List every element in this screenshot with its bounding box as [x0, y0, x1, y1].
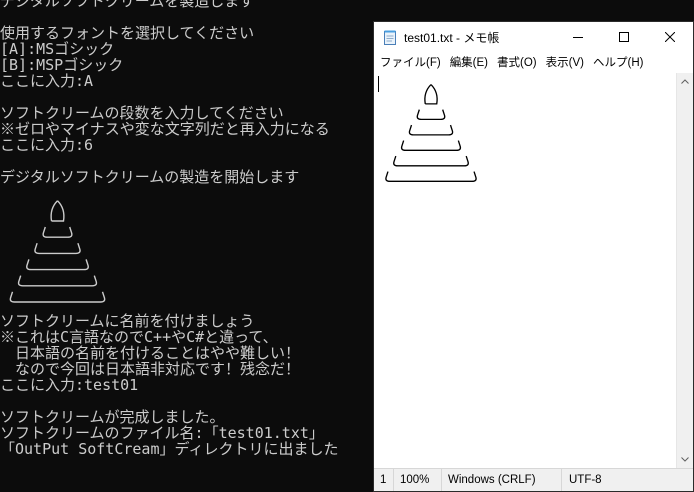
close-icon: [665, 32, 675, 42]
window-title: test01.txt - メモ帳: [404, 30, 500, 45]
console-line: ここに入力:A: [0, 73, 94, 89]
notepad-icon: [384, 30, 396, 45]
maximize-button[interactable]: [601, 22, 647, 52]
cream-tier: [385, 171, 477, 183]
soft-cream-ascii-art: [9, 200, 106, 303]
status-bar: 1 100% Windows (CRLF) UTF-8: [374, 468, 693, 491]
cream-tier: [26, 259, 89, 271]
console-line: ここに入力:test01: [0, 377, 139, 393]
console-line: ソフトクリームが完成しました。: [0, 409, 225, 425]
console-line: ※これはC言語なのでC++やC#と違って、: [0, 329, 278, 345]
chevron-down-icon: [681, 457, 689, 462]
cream-tier: [424, 84, 438, 105]
close-button[interactable]: [647, 22, 693, 52]
scroll-down-button[interactable]: [677, 451, 693, 468]
console-line: なので今回は日本語非対応です！残念だ！: [0, 361, 301, 377]
cream-tier: [42, 226, 73, 238]
minimize-button[interactable]: [555, 22, 601, 52]
cream-tier: [393, 155, 469, 167]
console-line: 使用するフォントを選択してください: [0, 25, 255, 41]
menu-file[interactable]: ファイル(F): [378, 54, 448, 70]
console-line: [B]:MSPゴシック: [0, 57, 124, 73]
soft-cream-ascii-art: [385, 84, 477, 183]
menu-help[interactable]: ヘルプ(H): [591, 54, 650, 70]
cream-tier: [9, 291, 106, 303]
console-line: デジタルソフトクリームを製造します: [0, 0, 255, 9]
vertical-scrollbar[interactable]: [676, 73, 693, 468]
console-line: ※ゼロやマイナスや変な文字列だと再入力になる: [0, 121, 330, 137]
status-line-ending: Windows (CRLF): [442, 469, 562, 491]
console-line: 「OutPut_SoftCream」ディレクトリに出ました: [0, 441, 339, 457]
cream-tier: [50, 200, 65, 222]
status-encoding: UTF-8: [569, 474, 602, 486]
console-line: ソフトクリームのファイル名:「test01.txt」: [0, 425, 324, 441]
cream-tier: [17, 275, 98, 287]
menu-edit[interactable]: 編集(E): [448, 54, 495, 70]
status-zoom: 100%: [394, 469, 442, 491]
scroll-up-button[interactable]: [677, 73, 693, 90]
maximize-icon: [619, 32, 629, 42]
minimize-icon: [573, 37, 583, 38]
cream-tier: [400, 140, 462, 152]
cream-tier: [416, 109, 446, 121]
status-position: 1: [374, 469, 394, 491]
cream-tier: [34, 242, 81, 255]
title-bar[interactable]: test01.txt - メモ帳: [374, 22, 693, 52]
menu-format[interactable]: 書式(O): [495, 54, 544, 70]
console-line: ここに入力:6: [0, 137, 94, 153]
console-line: 日本語の名前を付けることはやや難しい！: [0, 345, 301, 361]
menu-view[interactable]: 表示(V): [544, 54, 591, 70]
menu-bar: ファイル(F) 編集(E) 書式(O) 表示(V) ヘルプ(H): [374, 52, 693, 72]
cream-tier: [408, 124, 454, 136]
console-line: デジタルソフトクリームの製造を開始します: [0, 169, 300, 185]
console-line: ソフトクリームに名前を付けましょう: [0, 313, 255, 329]
chevron-up-icon: [681, 79, 689, 84]
console-line: ソフトクリームの段数を入力してください: [0, 105, 284, 121]
text-editor[interactable]: [374, 73, 676, 468]
console-line: [A]:MSゴシック: [0, 41, 115, 57]
notepad-window: test01.txt - メモ帳 ファイル(F) 編集(E) 書式(O) 表示(…: [373, 21, 694, 492]
